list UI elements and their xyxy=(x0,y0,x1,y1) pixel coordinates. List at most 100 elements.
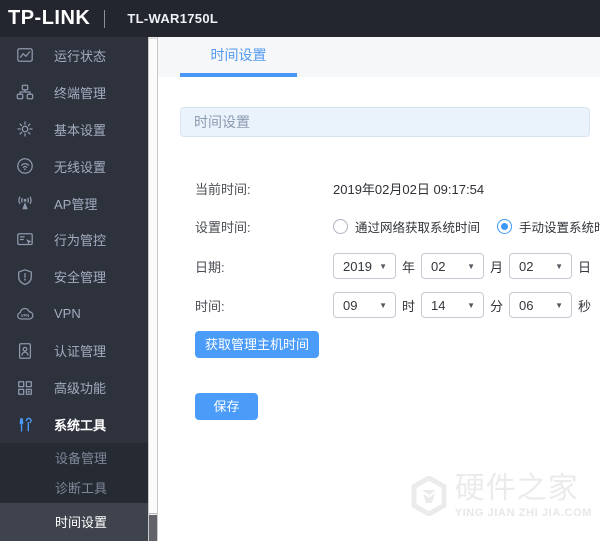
sidebar-item-label: 运行状态 xyxy=(54,48,107,64)
watermark: 硬件之家 YING JIAN ZHI JIA.COM xyxy=(411,473,592,519)
hour-select[interactable]: 09 ▼ xyxy=(333,292,396,318)
time-settings-form: 当前时间: 2019年02月02日 09:17:54 设置时间: 通过网络获取系… xyxy=(158,179,600,420)
month-select[interactable]: 02 ▼ xyxy=(421,253,485,279)
set-time-row: 设置时间: 通过网络获取系统时间 手动设置系统时间 xyxy=(158,217,600,235)
sidebar-scrollbar[interactable] xyxy=(148,37,158,541)
radio-network-time[interactable]: 通过网络获取系统时间 xyxy=(333,217,480,236)
panel-title: 时间设置 xyxy=(180,107,590,137)
sidebar-nav: 运行状态 终端管理 基本设置 无线设置 AP管理 行为管控 安全管理 VPN V… xyxy=(0,37,148,541)
year-unit-label: 年 xyxy=(402,259,416,275)
submenu-item-label: 诊断工具 xyxy=(55,481,108,497)
watermark-subtitle: YING JIAN ZHI JIA.COM xyxy=(454,507,592,519)
set-time-label: 设置时间: xyxy=(195,219,251,235)
date-row: 日期: 2019 ▼ 年 02 ▼ 月 02 ▼ 日 xyxy=(158,253,600,279)
scrollbar-thumb[interactable] xyxy=(149,38,157,514)
sidebar-item-advanced-features[interactable]: 高级功能 xyxy=(0,369,148,406)
sidebar-item-label: 终端管理 xyxy=(54,85,107,101)
sidebar-item-label: AP管理 xyxy=(54,196,98,212)
sidebar-item-label: 无线设置 xyxy=(54,159,107,175)
sidebar-item-label: 安全管理 xyxy=(54,270,107,286)
tplink-logo: TP-LINK xyxy=(8,7,91,29)
screen-cursor-icon xyxy=(16,231,34,249)
hour-select-value: 09 xyxy=(343,297,358,313)
sidebar-item-ap-management[interactable]: AP管理 xyxy=(0,185,148,222)
sidebar-item-label: VPN xyxy=(54,306,81,322)
radio-manual-time-circle[interactable] xyxy=(497,218,513,234)
radio-network-time-circle[interactable] xyxy=(333,218,348,234)
date-label: 日期: xyxy=(195,259,225,275)
vpn-cloud-icon: VPN xyxy=(16,305,34,323)
sidebar-item-basic-settings[interactable]: 基本设置 xyxy=(0,111,148,148)
minute-unit-label: 分 xyxy=(490,298,504,314)
submenu-item-label: 时间设置 xyxy=(55,515,108,531)
current-time-label: 当前时间: xyxy=(195,181,251,197)
chevron-down-icon: ▼ xyxy=(467,300,476,310)
id-card-icon xyxy=(16,342,34,360)
chevron-down-icon: ▼ xyxy=(379,300,387,310)
day-unit-label: 日 xyxy=(578,259,592,275)
chevron-down-icon: ▼ xyxy=(555,261,564,271)
wifi-icon xyxy=(16,157,34,175)
time-row: 时间: 09 ▼ 时 14 ▼ 分 06 ▼ 秒 xyxy=(158,292,600,318)
sidebar-item-label: 认证管理 xyxy=(54,344,107,360)
sidebar-item-label: 高级功能 xyxy=(54,381,107,397)
tools-icon xyxy=(16,416,34,434)
chart-icon xyxy=(16,46,34,64)
grid-icon xyxy=(16,379,34,397)
scrollbar-track-bottom xyxy=(149,515,157,541)
month-select-value: 02 xyxy=(431,258,446,274)
sidebar-item-label: 系统工具 xyxy=(54,418,107,434)
sitemap-icon xyxy=(16,83,34,101)
sidebar-item-auth-management[interactable]: 认证管理 xyxy=(0,332,148,369)
antenna-icon xyxy=(16,194,34,212)
watermark-title: 硬件之家 xyxy=(454,472,579,505)
minute-select-value: 14 xyxy=(431,297,446,313)
sidebar-item-security-management[interactable]: 安全管理 xyxy=(0,258,148,295)
save-button[interactable]: 保存 xyxy=(195,393,258,420)
topbar: TP-LINK TL-WAR1750L xyxy=(0,0,600,37)
tab-time-settings[interactable]: 时间设置 xyxy=(180,37,297,77)
current-time-row: 当前时间: 2019年02月02日 09:17:54 xyxy=(158,179,600,197)
vpn-icon-text: VPN xyxy=(21,313,30,318)
get-host-time-row: 获取管理主机时间 xyxy=(158,331,600,358)
day-select-value: 02 xyxy=(519,258,534,274)
month-unit-label: 月 xyxy=(490,259,504,275)
submenu-item-time-settings[interactable]: 时间设置 xyxy=(0,502,148,541)
sidebar-item-behavior-control[interactable]: 行为管控 xyxy=(0,222,148,259)
chevron-down-icon: ▼ xyxy=(467,261,476,271)
time-label: 时间: xyxy=(195,298,225,314)
sidebar-item-vpn[interactable]: VPN VPN xyxy=(0,295,148,332)
shield-icon xyxy=(16,268,34,286)
chevron-down-icon: ▼ xyxy=(555,300,564,310)
sidebar-item-label: 行为管控 xyxy=(54,233,107,249)
minute-select[interactable]: 14 ▼ xyxy=(421,292,485,318)
year-select[interactable]: 2019 ▼ xyxy=(333,253,396,279)
submenu-item-device-management[interactable]: 设备管理 xyxy=(0,443,148,473)
sidebar-item-label: 基本设置 xyxy=(54,122,107,138)
tab-bar: 时间设置 xyxy=(158,37,600,77)
sidebar-item-running-status[interactable]: 运行状态 xyxy=(0,37,148,74)
sidebar-item-terminal-management[interactable]: 终端管理 xyxy=(0,74,148,111)
sidebar-item-system-tools[interactable]: 系统工具 xyxy=(0,406,148,443)
main-content: 时间设置 时间设置 当前时间: 2019年02月02日 09:17:54 设置时… xyxy=(158,37,600,541)
hexagon-logo-icon xyxy=(411,476,447,516)
get-host-time-button[interactable]: 获取管理主机时间 xyxy=(195,331,320,358)
submenu-item-label: 设备管理 xyxy=(55,451,108,467)
current-time-value: 2019年02月02日 09:17:54 xyxy=(333,181,485,197)
radio-manual-time-label: 手动设置系统时间 xyxy=(519,220,600,235)
second-select[interactable]: 06 ▼ xyxy=(509,292,573,318)
save-row: 保存 xyxy=(158,393,600,420)
router-admin-page: TP-LINK TL-WAR1750L 运行状态 终端管理 基本设置 无线设置 … xyxy=(0,0,600,541)
second-unit-label: 秒 xyxy=(578,298,592,314)
radio-manual-time[interactable]: 手动设置系统时间 xyxy=(497,217,600,236)
brand-divider xyxy=(104,9,106,28)
gear-icon xyxy=(16,120,34,138)
sidebar-item-wireless-settings[interactable]: 无线设置 xyxy=(0,148,148,185)
radio-network-time-label: 通过网络获取系统时间 xyxy=(355,220,481,235)
second-select-value: 06 xyxy=(519,297,534,313)
system-tools-submenu: 设备管理 诊断工具 时间设置 xyxy=(0,442,148,541)
day-select[interactable]: 02 ▼ xyxy=(509,253,573,279)
chevron-down-icon: ▼ xyxy=(379,261,387,271)
hour-unit-label: 时 xyxy=(402,298,416,314)
submenu-item-diagnostic-tools[interactable]: 诊断工具 xyxy=(0,473,148,503)
